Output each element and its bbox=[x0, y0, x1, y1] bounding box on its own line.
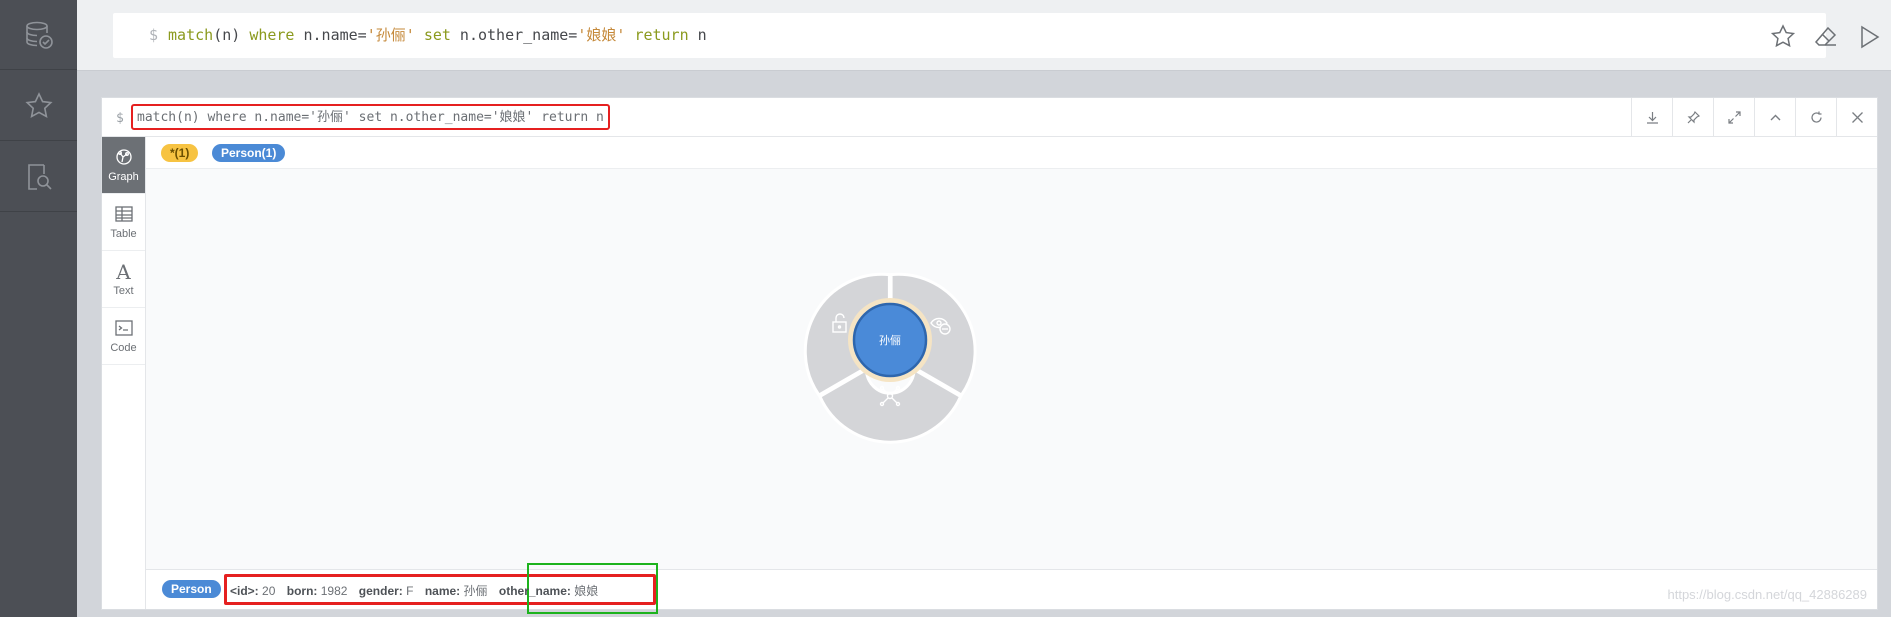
query-token: n.other_name= bbox=[450, 26, 578, 44]
refresh-icon bbox=[1810, 111, 1822, 123]
star-icon[interactable] bbox=[1770, 24, 1796, 50]
database-button[interactable] bbox=[0, 0, 77, 70]
prop-key-born: born: bbox=[286, 584, 318, 598]
prop-key-gender: gender: bbox=[358, 584, 403, 598]
tab-graph-label: Graph bbox=[108, 171, 139, 183]
prop-value-born: 1982 bbox=[320, 584, 348, 598]
download-button[interactable] bbox=[1631, 98, 1672, 136]
frame-query[interactable]: match(n) where n.name='孙俪' set n.other_n… bbox=[131, 104, 610, 130]
tab-graph[interactable]: Graph bbox=[102, 137, 145, 194]
query-editor[interactable]: $ match(n) where n.name='孙俪' set n.other_… bbox=[113, 13, 1826, 58]
tab-table-label: Table bbox=[110, 228, 137, 240]
pin-button[interactable] bbox=[1672, 98, 1713, 136]
property-list: <id>: 20 born: 1982 gender: F name: 孙俪 o… bbox=[230, 582, 606, 599]
left-sidebar bbox=[0, 0, 77, 617]
tab-table[interactable]: Table bbox=[102, 194, 145, 251]
editor-query-text: match(n) where n.name='孙俪' set n.other_n… bbox=[168, 26, 707, 44]
person-node[interactable]: 孙俪 bbox=[852, 302, 928, 378]
node-properties-bar: Person <id>: 20 born: 1982 gender: F nam… bbox=[146, 563, 1877, 614]
prop-value-id: 20 bbox=[262, 584, 276, 598]
prop-value-gender: F bbox=[406, 584, 414, 598]
watermark: https://blog.csdn.net/qq_42886289 bbox=[1667, 587, 1868, 602]
prop-value-other-name: 娘娘 bbox=[574, 584, 599, 598]
editor-actions bbox=[1761, 22, 1891, 52]
prop-value-name: 孙俪 bbox=[463, 584, 488, 598]
code-icon bbox=[114, 320, 133, 336]
editor-bar: $ match(n) where n.name='孙俪' set n.other_… bbox=[77, 0, 1891, 71]
play-icon[interactable] bbox=[1856, 24, 1882, 50]
expand-icon bbox=[1727, 110, 1741, 124]
query-token: n.name= bbox=[294, 26, 367, 44]
graph-icon bbox=[115, 149, 132, 165]
star-icon bbox=[24, 91, 53, 118]
node-label: 孙俪 bbox=[879, 334, 901, 347]
graph-canvas[interactable]: 孙俪 bbox=[146, 169, 1877, 569]
pin-icon bbox=[1687, 110, 1700, 123]
eraser-icon[interactable] bbox=[1813, 24, 1839, 50]
prop-key-id: <id>: bbox=[230, 584, 259, 598]
query-token: return bbox=[634, 26, 689, 44]
graph-viewport[interactable]: *(1) Person(1) 孙俪 bbox=[146, 137, 1877, 569]
prop-key-name: name: bbox=[424, 584, 461, 598]
fullscreen-button[interactable] bbox=[1713, 98, 1754, 136]
legend-all-pill[interactable]: *(1) bbox=[161, 144, 199, 162]
editor-prompt: $ bbox=[149, 26, 159, 44]
query-token: where bbox=[249, 26, 295, 44]
text-icon: A bbox=[116, 259, 131, 284]
frame-toolbar bbox=[1631, 98, 1877, 136]
query-token: '孙俪' bbox=[366, 26, 415, 44]
rerun-button[interactable] bbox=[1795, 98, 1836, 136]
prop-key-other-name: other_name: bbox=[498, 584, 571, 598]
query-token: set bbox=[423, 26, 451, 44]
query-token: (n) bbox=[213, 26, 250, 44]
legend-person-pill[interactable]: Person(1) bbox=[212, 144, 286, 162]
tab-code[interactable]: Code bbox=[102, 308, 145, 365]
close-icon bbox=[1851, 111, 1863, 123]
graph-legend: *(1) Person(1) bbox=[146, 137, 1877, 169]
search-document-icon bbox=[27, 163, 52, 190]
query-token: '娘娘' bbox=[577, 26, 626, 44]
query-token: match bbox=[168, 26, 214, 44]
query-token: n bbox=[688, 26, 707, 44]
collapse-button[interactable] bbox=[1754, 98, 1795, 136]
collapse-icon bbox=[1770, 114, 1780, 120]
frame-header: $ match(n) where n.name='孙俪' set n.other… bbox=[102, 98, 1877, 137]
close-frame-button[interactable] bbox=[1836, 98, 1877, 136]
database-icon bbox=[25, 21, 53, 49]
guides-button[interactable] bbox=[0, 142, 77, 212]
tab-text-label: Text bbox=[113, 284, 134, 297]
node-label-pill[interactable]: Person bbox=[162, 580, 221, 598]
frame-prompt: $ bbox=[116, 111, 124, 126]
tab-code-label: Code bbox=[110, 342, 137, 354]
result-frame: $ match(n) where n.name='孙俪' set n.other… bbox=[101, 97, 1878, 614]
query-token bbox=[415, 26, 424, 44]
table-icon bbox=[114, 206, 133, 222]
view-tabs: Graph Table A Text Code bbox=[102, 137, 146, 609]
download-icon bbox=[1646, 111, 1658, 124]
tab-text[interactable]: A Text bbox=[102, 251, 145, 308]
favorites-button[interactable] bbox=[0, 71, 77, 141]
